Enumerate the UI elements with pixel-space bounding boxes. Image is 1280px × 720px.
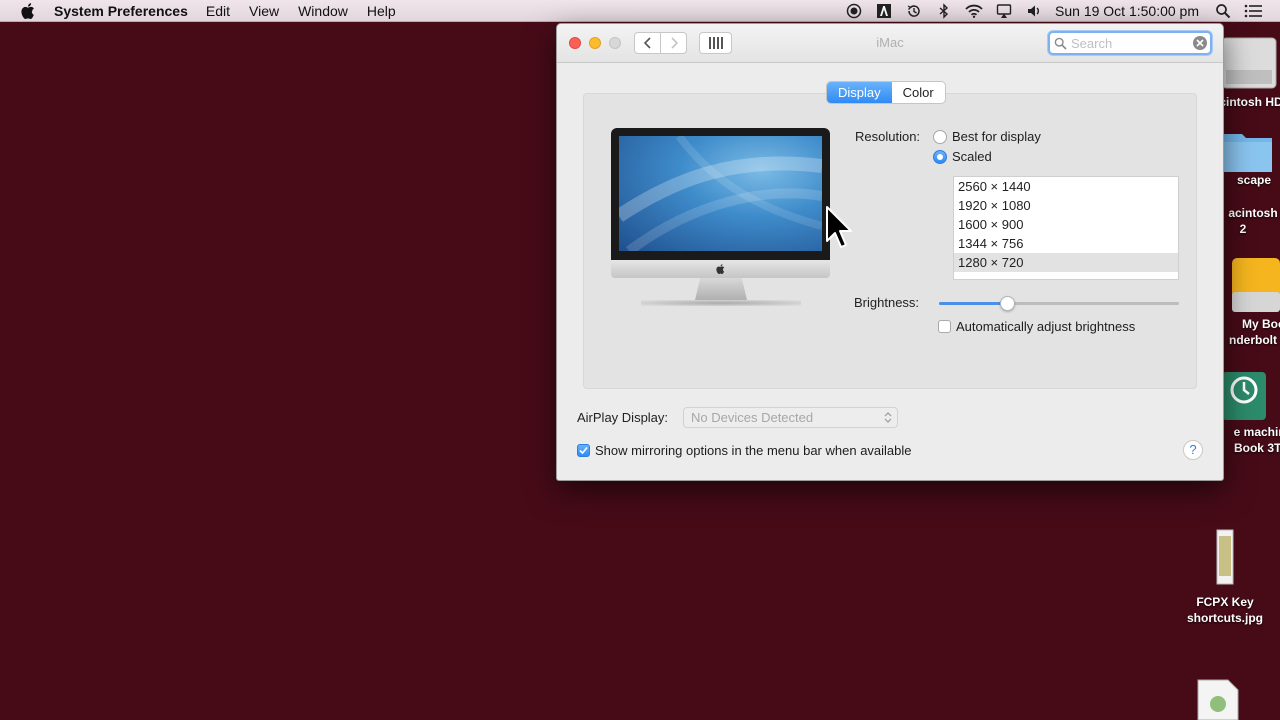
search-icon (1054, 37, 1067, 50)
list-item[interactable]: 1600 × 900 (954, 215, 1178, 234)
bluetooth-icon[interactable] (935, 2, 953, 20)
brightness-slider[interactable] (939, 295, 1179, 311)
close-icon (1196, 39, 1204, 47)
search-input[interactable] (1071, 35, 1195, 51)
list-item-selected[interactable]: 1280 × 720 (954, 253, 1178, 272)
external-drive-icon (1232, 258, 1280, 312)
tab-color[interactable]: Color (892, 82, 945, 103)
adobe-icon[interactable] (875, 2, 893, 20)
checkmark-icon (579, 446, 588, 455)
system-preferences-window: iMac Display Color (556, 23, 1224, 481)
radio-best-for-display[interactable]: Best for display (933, 129, 1041, 144)
hard-drive-icon (1221, 37, 1277, 89)
radio-label: Best for display (952, 129, 1041, 144)
window-titlebar[interactable]: iMac (557, 24, 1223, 63)
desktop-icon-label: Book 3TB (1233, 441, 1280, 455)
mirroring-label: Show mirroring options in the menu bar w… (595, 443, 912, 458)
spotlight-icon[interactable] (1214, 2, 1232, 20)
mirroring-checkbox[interactable] (577, 444, 590, 457)
help-button[interactable]: ? (1183, 440, 1203, 460)
tab-control: Display Color (827, 82, 945, 103)
auto-brightness-option[interactable]: Automatically adjust brightness (938, 319, 1135, 334)
imac-screen (611, 128, 830, 260)
desktop-icon-label: e machine (1233, 425, 1280, 439)
airplay-display-value: No Devices Detected (691, 410, 814, 425)
auto-brightness-checkbox[interactable] (938, 320, 951, 333)
list-item[interactable]: 2560 × 1440 (954, 177, 1178, 196)
imac-illustration (611, 128, 830, 308)
brightness-label: Brightness: (854, 295, 920, 310)
volume-icon[interactable] (1025, 2, 1043, 20)
list-item[interactable]: 1344 × 756 (954, 234, 1178, 253)
resolution-label: Resolution: (855, 129, 921, 144)
wifi-icon[interactable] (965, 2, 983, 20)
apple-menu-icon[interactable] (19, 2, 37, 20)
mirroring-option[interactable]: Show mirroring options in the menu bar w… (577, 443, 912, 458)
radio-button[interactable] (933, 149, 947, 164)
airplay-label: AirPlay Display: (577, 410, 669, 425)
image-file-icon (1216, 529, 1234, 585)
tab-display[interactable]: Display (827, 82, 892, 103)
menu-bar-status-area: Sun 19 Oct 1:50:00 pm (845, 0, 1280, 22)
menu-window[interactable]: Window (298, 3, 348, 19)
apple-logo-icon (716, 264, 725, 274)
radio-label: Scaled (952, 149, 992, 164)
imac-chin (611, 260, 830, 278)
record-icon[interactable] (845, 2, 863, 20)
radio-scaled[interactable]: Scaled (933, 149, 992, 164)
menu-edit[interactable]: Edit (206, 3, 230, 19)
imac-stand (695, 278, 747, 300)
menu-help[interactable]: Help (367, 3, 396, 19)
folder-icon (1224, 134, 1272, 172)
desktop-icon-label: My Book (1241, 317, 1280, 331)
clear-search-button[interactable] (1193, 36, 1207, 50)
desktop-icon-fcpx-shortcuts[interactable]: FCPX Key shortcuts.jpg (1170, 528, 1280, 626)
radio-button[interactable] (933, 129, 947, 144)
auto-brightness-label: Automatically adjust brightness (956, 319, 1136, 334)
search-field[interactable] (1048, 31, 1212, 55)
notification-center-icon[interactable] (1244, 2, 1262, 20)
airplay-display-popup[interactable]: No Devices Detected (683, 407, 898, 428)
airplay-icon[interactable] (995, 2, 1013, 20)
popup-arrows-icon (884, 412, 892, 423)
menu-bar: System Preferences Edit View Window Help… (0, 0, 1280, 22)
imac-wallpaper (619, 136, 822, 251)
menu-app-name[interactable]: System Preferences (54, 3, 188, 19)
time-machine-drive-icon (1222, 372, 1266, 420)
menu-view[interactable]: View (249, 3, 279, 19)
desktop-icon-label: shortcuts.jpg (1186, 611, 1263, 625)
desktop-icon-label: acintosh H (1228, 206, 1280, 220)
list-item[interactable]: 1920 × 1080 (954, 196, 1178, 215)
file-icon[interactable] (1196, 678, 1240, 720)
menu-clock[interactable]: Sun 19 Oct 1:50:00 pm (1055, 3, 1199, 19)
desktop-icon-label: FCPX Key (1196, 595, 1254, 609)
scaled-resolution-list[interactable]: 2560 × 1440 1920 × 1080 1600 × 900 1344 … (953, 176, 1179, 280)
mouse-cursor-icon (826, 206, 852, 248)
brightness-slider-fill (939, 302, 1007, 305)
time-machine-icon[interactable] (905, 2, 923, 20)
brightness-slider-knob[interactable] (1000, 296, 1015, 311)
